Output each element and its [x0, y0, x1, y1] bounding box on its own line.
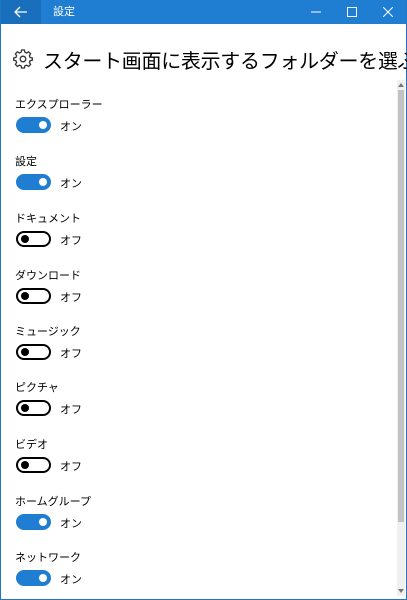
setting-music: ミュージック オフ [15, 323, 335, 371]
setting-label: ドキュメント [15, 212, 81, 225]
back-button[interactable] [1, 0, 41, 24]
setting-downloads: ダウンロード オフ [15, 267, 335, 315]
setting-videos: ビデオ オフ [15, 436, 335, 484]
setting-documents: ドキュメント オフ [15, 210, 335, 258]
toggle-state: オン [60, 177, 82, 190]
setting-label: ピクチャ [15, 381, 59, 394]
setting-label: ネットワーク [15, 551, 81, 564]
close-button[interactable] [370, 0, 406, 24]
toggle-knob [21, 292, 29, 300]
toggle-state: オフ [60, 403, 82, 416]
title-bar: 設定 [1, 0, 406, 24]
maximize-icon [347, 7, 357, 17]
vertical-scrollbar[interactable] [397, 80, 405, 596]
toggle-state: オン [60, 517, 82, 530]
minimize-button[interactable] [298, 0, 334, 24]
setting-label: ビデオ [15, 438, 48, 451]
minimize-icon [311, 11, 321, 13]
maximize-button[interactable] [334, 0, 370, 24]
toggle-knob [39, 178, 47, 186]
toggle-state: オン [60, 120, 82, 133]
toggle-state: オン [60, 573, 82, 586]
settings-window: 設定 スタート画面に表示するフォルダーを選ぶ エクスプローラー オン 設定 オン… [0, 0, 407, 600]
setting-label: ホームグループ [15, 495, 92, 508]
toggle-switch[interactable] [16, 117, 51, 133]
toggle-state: オフ [60, 291, 82, 304]
app-title: 設定 [53, 5, 75, 18]
toggle-knob [21, 348, 29, 356]
page-title: スタート画面に表示するフォルダーを選ぶ [43, 48, 407, 73]
toggle-switch[interactable] [16, 344, 51, 360]
toggle-knob [21, 404, 29, 412]
setting-pictures: ピクチャ オフ [15, 379, 335, 427]
toggle-state: オフ [60, 234, 82, 247]
setting-label: ミュージック [15, 325, 81, 338]
toggle-state: オフ [60, 460, 82, 473]
toggle-switch[interactable] [16, 174, 51, 190]
setting-explorer: エクスプローラー オン [15, 96, 335, 144]
toggle-knob [21, 235, 29, 243]
toggle-knob [21, 461, 29, 469]
chevron-up-icon [398, 83, 404, 87]
scrollbar-thumb[interactable] [398, 90, 404, 522]
setting-homegroup: ホームグループ オン [15, 493, 335, 541]
back-arrow-icon [14, 6, 27, 18]
chevron-down-icon [398, 589, 404, 593]
page-header: スタート画面に表示するフォルダーを選ぶ [13, 44, 407, 74]
setting-label: エクスプローラー [15, 98, 103, 111]
setting-settings: 設定 オン [15, 153, 335, 201]
toggle-knob [39, 518, 47, 526]
scroll-up-button[interactable] [397, 80, 405, 90]
toggle-state: オフ [60, 347, 82, 360]
gear-icon [13, 49, 33, 69]
setting-label: 設定 [15, 155, 37, 168]
toggle-switch[interactable] [16, 570, 51, 586]
toggle-knob [39, 121, 47, 129]
toggle-knob [39, 574, 47, 582]
setting-network: ネットワーク オン [15, 549, 335, 597]
setting-label: ダウンロード [15, 269, 81, 282]
toggle-switch[interactable] [16, 231, 51, 247]
scroll-down-button[interactable] [397, 586, 405, 596]
close-icon [383, 7, 393, 17]
toggle-switch[interactable] [16, 514, 51, 530]
toggle-switch[interactable] [16, 457, 51, 473]
toggle-switch[interactable] [16, 400, 51, 416]
toggle-switch[interactable] [16, 288, 51, 304]
